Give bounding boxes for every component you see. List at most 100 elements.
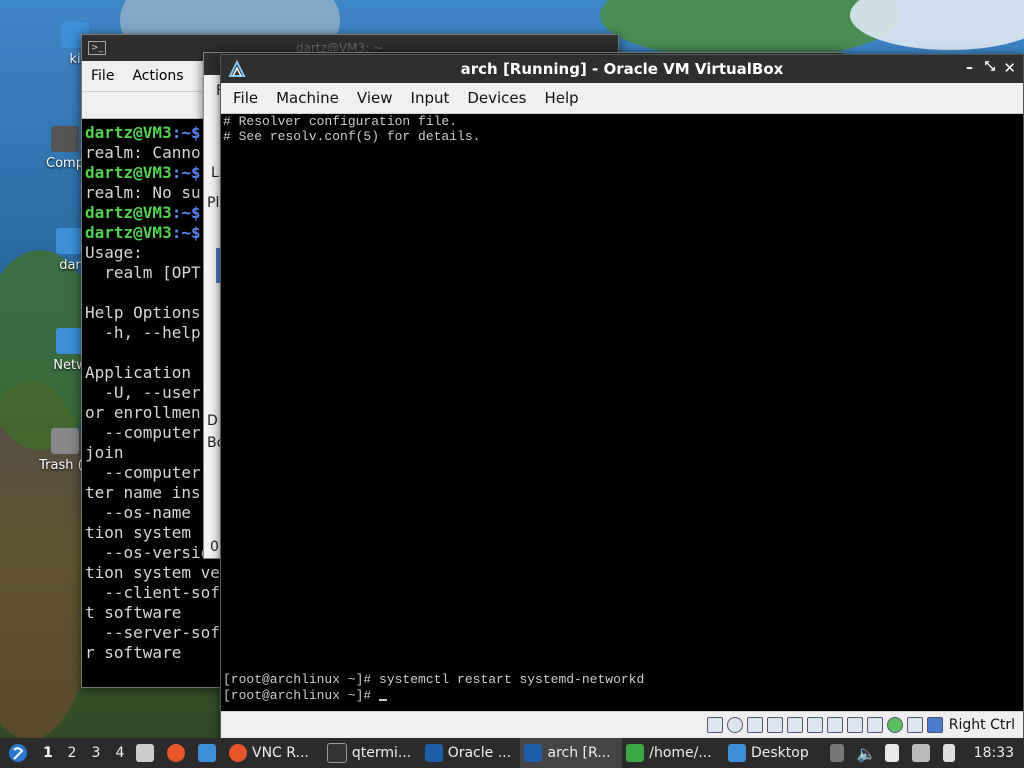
tray-volume[interactable]: 🔈	[853, 738, 881, 768]
quicklaunch-show-desktop[interactable]	[194, 738, 225, 768]
console-line: # Resolver configuration file.	[223, 114, 458, 129]
menu-devices[interactable]: Devices	[458, 89, 535, 107]
prompt-path: :~$	[171, 203, 201, 222]
hard-disk-icon[interactable]	[706, 717, 723, 733]
text-cursor	[379, 699, 388, 701]
task-qterminal[interactable]: qtermi...	[323, 738, 421, 768]
desktop-icon-label: Comp	[46, 156, 84, 171]
menu-help[interactable]: Help	[535, 89, 587, 107]
terminal-line-text: realm: Canno	[85, 143, 201, 162]
task-vnc[interactable]: VNC R...	[225, 738, 323, 768]
terminal-line-text: --computer	[85, 423, 201, 442]
task-label: /home/...	[649, 745, 712, 761]
terminal-line-text: join	[85, 443, 124, 462]
terminal-line-text: t software	[85, 603, 182, 622]
package-icon	[829, 744, 844, 762]
network-folder-icon	[56, 328, 84, 354]
menu-actions[interactable]: Actions	[123, 68, 192, 84]
terminal-line-text: tion system	[85, 523, 191, 542]
tray-network[interactable]	[908, 738, 939, 768]
terminal-line-text: Application	[85, 363, 191, 382]
virtualbox-window[interactable]: arch [Running] - Oracle VM VirtualBox – …	[220, 54, 1024, 739]
quicklaunch-file-manager[interactable]	[132, 738, 163, 768]
task-desktop[interactable]: Desktop	[724, 738, 826, 768]
application-menu-button[interactable]	[0, 738, 36, 768]
task-oracle[interactable]: Oracle ...	[421, 738, 521, 768]
prompt-path: :~$	[171, 223, 201, 242]
keyboard-capture-icon[interactable]	[926, 717, 943, 733]
workspace-2[interactable]: 2	[60, 745, 84, 761]
vbox-title: arch [Running] - Oracle VM VirtualBox	[460, 60, 784, 78]
terminal-line-text: ter name ins	[85, 483, 201, 502]
taskbar: 1 2 3 4 VNC R... qtermi... Oracle ... ar…	[0, 738, 1024, 768]
terminal-line-text: Usage:	[85, 243, 143, 262]
prompt-path: :~$	[171, 123, 201, 142]
minimize-button[interactable]: –	[966, 60, 973, 76]
terminal-line-text: --os-versio	[85, 543, 211, 562]
prompt-user: dartz@VM3	[85, 203, 172, 222]
clipboard-icon	[884, 744, 899, 762]
computer-icon	[51, 126, 79, 152]
terminal-line-text: r software	[85, 643, 182, 662]
terminal-app-icon: >_	[88, 41, 106, 55]
terminal-line-text: Help Options	[85, 303, 201, 322]
fm-fragment: Pl	[207, 195, 220, 211]
file-manager-icon	[136, 744, 154, 762]
mouse-integration-icon[interactable]	[906, 717, 923, 733]
network-icon[interactable]	[766, 717, 783, 733]
workspace-1[interactable]: 1	[36, 745, 60, 761]
vbox-statusbar: Right Ctrl	[221, 711, 1023, 738]
prompt-user: dartz@VM3	[85, 223, 172, 242]
usb-icon[interactable]	[786, 717, 803, 733]
tray-updates[interactable]	[826, 738, 853, 768]
firefox-icon	[229, 744, 247, 762]
guest-additions-icon[interactable]	[886, 717, 903, 733]
show-desktop-icon	[198, 744, 216, 762]
clock[interactable]: 18:33	[964, 738, 1024, 768]
terminal-icon	[326, 743, 347, 763]
audio-icon[interactable]	[746, 717, 763, 733]
tray-clipboard[interactable]	[881, 738, 908, 768]
menu-input[interactable]: Input	[402, 89, 459, 107]
task-label: arch [R...	[547, 745, 611, 761]
terminal-line-text: --computer	[85, 463, 201, 482]
vbox-menubar: File Machine View Input Devices Help	[221, 83, 1023, 114]
fm-fragment: L	[211, 165, 219, 181]
console-line: # See resolv.conf(5) for details.	[223, 129, 481, 144]
terminal-line-text: realm: No su	[85, 183, 201, 202]
terminal-line-text: -h, --help	[85, 323, 201, 342]
quicklaunch-firefox[interactable]	[163, 738, 194, 768]
vm-console-screen[interactable]: # Resolver configuration file. # See res…	[221, 114, 1023, 712]
optical-drive-icon[interactable]	[726, 717, 743, 733]
volume-icon: 🔈	[856, 743, 877, 763]
terminal-line-text: --client-sof	[85, 583, 220, 602]
file-manager-icon	[626, 744, 645, 762]
clock-time: 18:33	[973, 745, 1015, 761]
prompt-user: dartz@VM3	[85, 163, 172, 182]
maximize-button[interactable]: ⤡	[985, 59, 995, 74]
task-home-folder[interactable]: /home/...	[622, 738, 724, 768]
vbox-titlebar[interactable]: arch [Running] - Oracle VM VirtualBox – …	[221, 55, 1023, 83]
task-arch-vm[interactable]: arch [R...	[520, 738, 623, 768]
task-label: VNC R...	[252, 745, 309, 761]
tray-power[interactable]	[939, 738, 964, 768]
trash-icon	[51, 428, 79, 454]
video-capture-icon[interactable]	[846, 717, 863, 733]
terminal-line-text: --server-sof	[85, 623, 220, 642]
menu-file[interactable]: File	[221, 89, 267, 107]
virtualbox-icon	[424, 744, 443, 762]
menu-machine[interactable]: Machine	[267, 89, 348, 107]
workspace-3[interactable]: 3	[84, 745, 108, 761]
menu-view[interactable]: View	[348, 89, 402, 107]
desktop-icon-label: ki	[69, 52, 81, 67]
workspace-switcher: 1 2 3 4	[36, 738, 132, 768]
close-button[interactable]: ✕	[1003, 59, 1016, 77]
menu-file[interactable]: File	[82, 68, 123, 84]
shared-folders-icon[interactable]	[806, 717, 823, 733]
virtualization-icon[interactable]	[866, 717, 883, 733]
display-icon[interactable]	[826, 717, 843, 733]
prompt-path: :~$	[171, 163, 201, 182]
workspace-4[interactable]: 4	[108, 745, 132, 761]
console-prompt: [root@archlinux ~]#	[223, 688, 380, 703]
prompt-user: dartz@VM3	[85, 123, 172, 142]
